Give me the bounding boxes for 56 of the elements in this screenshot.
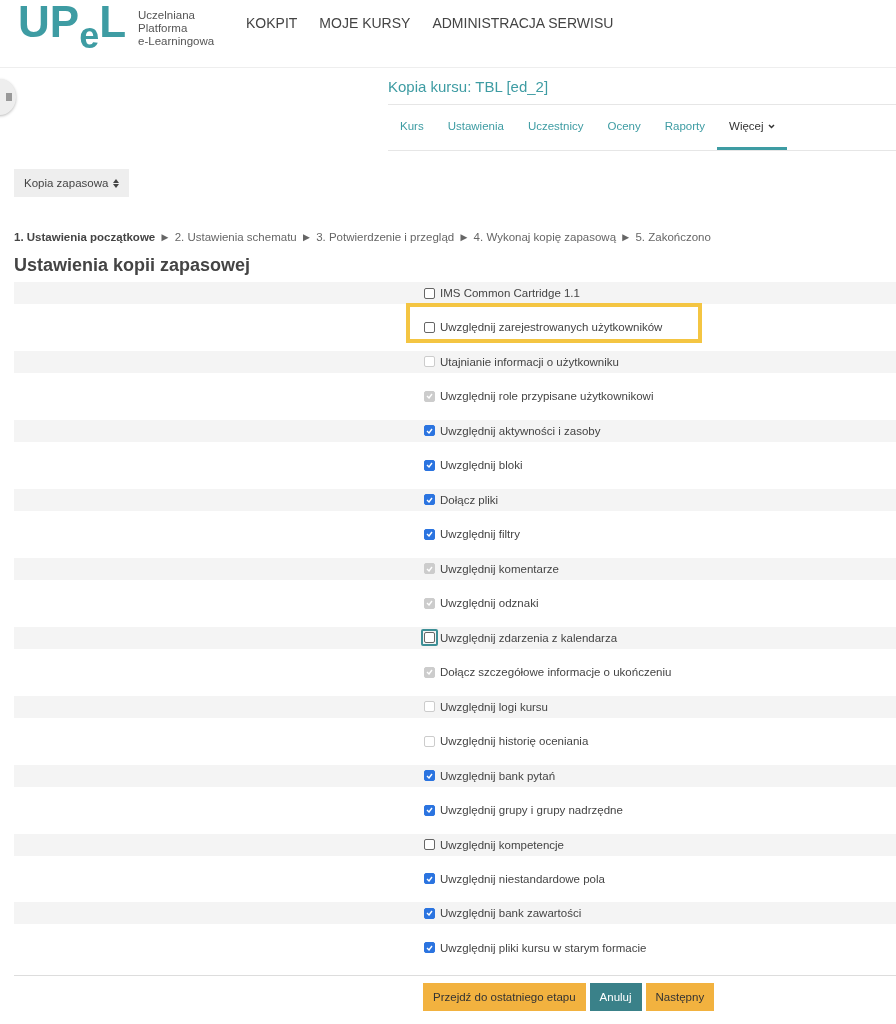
logo-text: Uczelniana	[138, 9, 196, 22]
form-button[interactable]: Anuluj	[589, 983, 642, 1012]
checkbox[interactable]	[424, 839, 435, 850]
checkbox-label: Uwzględnij logi kursu	[440, 700, 549, 713]
checkbox-label: Uwzględnij niestandardowe pola	[440, 872, 605, 885]
checkbox[interactable]	[424, 287, 435, 299]
step-separator: ►	[620, 231, 632, 243]
nav-link[interactable]: ADMINISTRACJA SERWISU	[432, 14, 614, 31]
logo-text: Platforma	[138, 22, 189, 35]
nav-tab[interactable]: Więcej	[717, 105, 787, 150]
nav-link[interactable]: KOKPIT	[246, 14, 298, 31]
checkbox[interactable]	[424, 873, 435, 885]
checkbox-label: Uwzględnij zdarzenia z kalendarza	[440, 631, 618, 644]
checkbox-label: Uwzględnij historię oceniania	[440, 735, 589, 748]
checkbox-label: Uwzględnij filtry	[440, 528, 520, 541]
checkbox[interactable]	[424, 321, 435, 333]
checkbox[interactable]	[424, 425, 435, 437]
step-label: 2. Ustawienia schematu	[174, 231, 297, 243]
step-label: 4. Wykonaj kopię zapasową	[473, 231, 617, 243]
section-heading: Ustawienia kopii zapasowej	[14, 255, 252, 277]
checkbox-label: Uwzględnij kompetencje	[440, 838, 564, 851]
checkbox-label: Uwzględnij bank zawartości	[440, 907, 582, 920]
checkbox[interactable]	[424, 459, 435, 471]
checkbox-label: IMS Common Cartridge 1.1	[440, 287, 580, 299]
checkbox-label: Uwzględnij role przypisane użytkownikowi	[440, 390, 654, 403]
checkbox-label: Uwzględnij grupy i grupy nadrzędne	[440, 804, 623, 817]
action-menu[interactable]: Kopia zapasowa	[14, 169, 130, 197]
checkbox-label: Uwzględnij bloki	[440, 459, 523, 472]
nav-link[interactable]: MOJE KURSY	[319, 14, 411, 31]
checkbox-label: Utajnianie informacji o użytkowniku	[440, 355, 619, 368]
checkbox[interactable]	[424, 494, 435, 506]
checkbox-label: Dołącz pliki	[440, 493, 499, 506]
checkbox[interactable]	[424, 942, 435, 954]
checkbox[interactable]	[424, 804, 435, 816]
logo-text: e-Learningowa	[138, 35, 215, 48]
step-label: 5. Zakończono	[635, 231, 711, 243]
form-button[interactable]: Przejdź do ostatniego etapu	[423, 983, 586, 1012]
checkbox-label: Dołącz szczegółowe informacje o ukończeniu	[440, 666, 672, 679]
checkbox-label: Uwzględnij pliki kursu w starym formacie	[440, 941, 647, 954]
checkbox-label: Uwzględnij odznaki	[440, 597, 539, 610]
checkbox-label: Uwzględnij bank pytań	[440, 769, 556, 782]
checkbox-label: Uwzględnij komentarze	[440, 562, 559, 575]
course-title: Kopia kursu: TBL [ed_2]	[388, 77, 549, 95]
checkbox[interactable]	[424, 528, 435, 540]
step-separator: ►	[159, 231, 171, 243]
sort-caret-icon	[113, 178, 120, 188]
step-separator: ►	[300, 231, 313, 243]
step-separator: ►	[458, 231, 470, 243]
step-label: 3. Potwierdzenie i przegląd	[316, 231, 455, 243]
checkbox[interactable]	[424, 770, 435, 782]
checkbox-label: Uwzględnij aktywności i zasoby	[440, 424, 601, 437]
form-button[interactable]: Następny	[645, 983, 715, 1012]
checkbox[interactable]	[424, 907, 435, 919]
menu-icon	[6, 93, 12, 101]
checkbox-label: Uwzględnij zarejestrowanych użytkowników	[440, 321, 663, 334]
step-label: 1. Ustawienia początkowe	[14, 231, 156, 243]
